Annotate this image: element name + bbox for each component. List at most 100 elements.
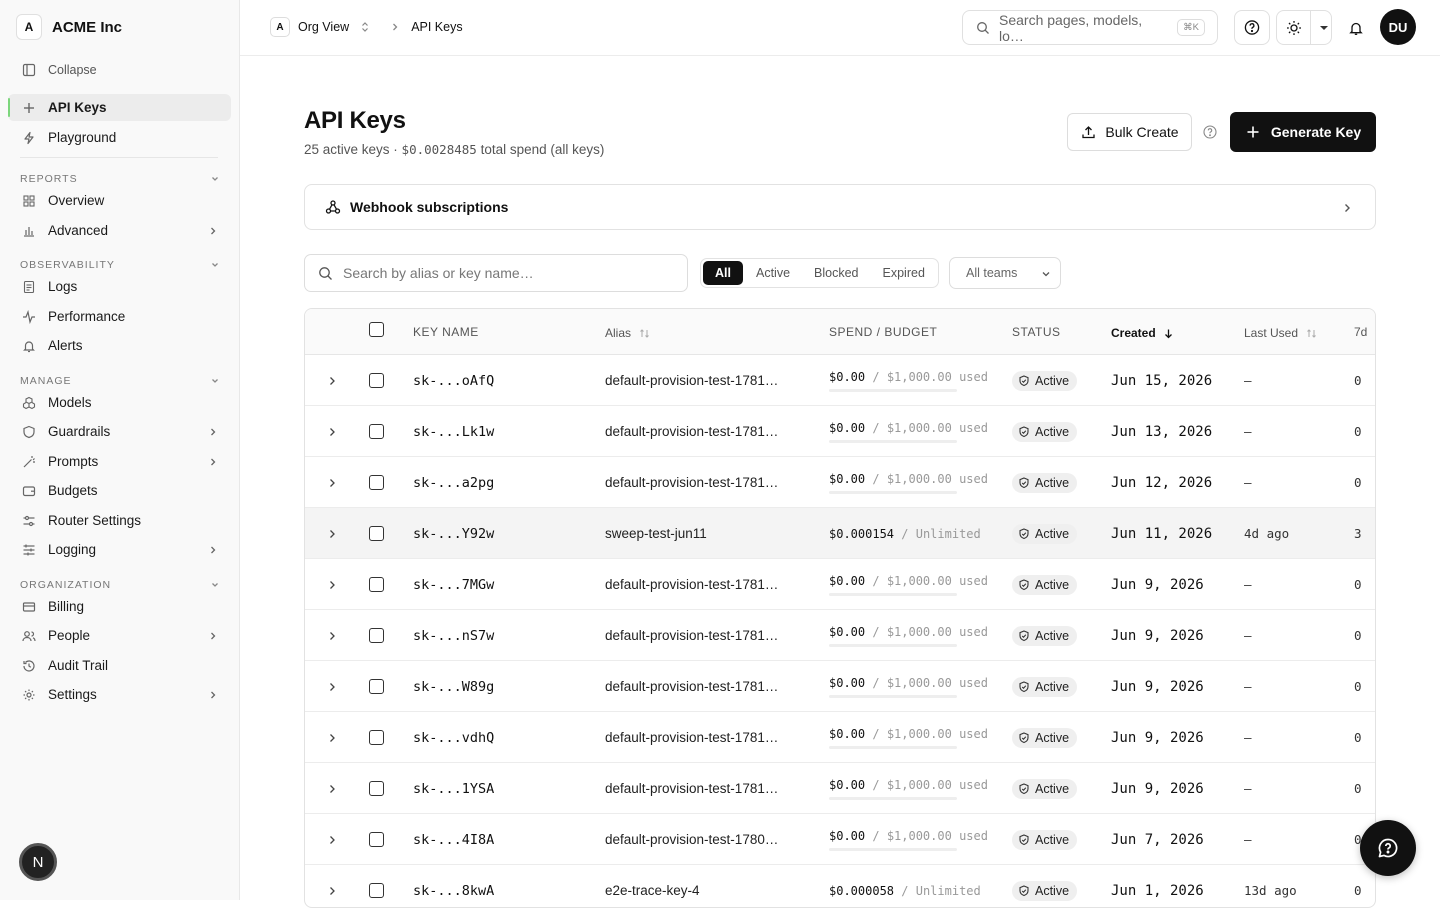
- sidebar-item-overview[interactable]: Overview: [8, 187, 231, 214]
- global-search[interactable]: Search pages, models, lo… ⌘K: [962, 10, 1218, 45]
- sidebar-item-people[interactable]: People: [8, 622, 231, 649]
- generate-key-button[interactable]: Generate Key: [1230, 112, 1376, 152]
- budget-value: $1,000.00: [886, 624, 952, 639]
- table-row[interactable]: sk-...1YSA default-provision-test-1781… …: [305, 763, 1375, 814]
- bulk-create-help[interactable]: [1202, 124, 1218, 140]
- sidebar-item-logs[interactable]: Logs: [8, 273, 231, 300]
- table-row[interactable]: sk-...oAfQ default-provision-test-1781… …: [305, 355, 1375, 406]
- webhook-subscriptions-panel[interactable]: Webhook subscriptions: [304, 184, 1376, 230]
- key-name[interactable]: sk-...4I8A: [413, 814, 494, 865]
- help-circle-icon: [1202, 124, 1218, 140]
- row-checkbox[interactable]: [369, 373, 384, 388]
- filter-expired[interactable]: Expired: [872, 261, 936, 285]
- workspace-switcher[interactable]: A ACME Inc: [16, 14, 122, 40]
- row-checkbox[interactable]: [369, 679, 384, 694]
- sidebar-item-guardrails[interactable]: Guardrails: [8, 418, 231, 445]
- sidebar-item-logging[interactable]: Logging: [8, 536, 231, 563]
- key-name[interactable]: sk-...Y92w: [413, 508, 494, 559]
- key-name[interactable]: sk-...7MGw: [413, 559, 494, 610]
- sidebar-item-settings[interactable]: Settings: [8, 681, 231, 708]
- checkbox[interactable]: [369, 322, 384, 337]
- table-row[interactable]: sk-...8kwA e2e-trace-key-4 $0.000058 / U…: [305, 865, 1375, 907]
- table-row[interactable]: sk-...W89g default-provision-test-1781… …: [305, 661, 1375, 712]
- select-all-checkbox[interactable]: [369, 322, 384, 337]
- table-row[interactable]: sk-...7MGw default-provision-test-1781… …: [305, 559, 1375, 610]
- row-checkbox[interactable]: [369, 832, 384, 847]
- sidebar-item-playground[interactable]: Playground: [8, 124, 231, 151]
- user-menu-avatar[interactable]: N: [19, 843, 57, 881]
- expand-row-button[interactable]: [324, 559, 340, 610]
- header-alias[interactable]: Alias: [605, 325, 652, 341]
- caret-down-icon[interactable]: [1319, 20, 1329, 36]
- expand-row-button[interactable]: [324, 508, 340, 559]
- chevron-down-icon: [207, 257, 223, 273]
- chat-support-button[interactable]: [1360, 820, 1416, 876]
- row-checkbox[interactable]: [369, 730, 384, 745]
- sidebar-item-billing[interactable]: Billing: [8, 593, 231, 620]
- table-row[interactable]: sk-...vdhQ default-provision-test-1781… …: [305, 712, 1375, 763]
- bulk-create-button[interactable]: Bulk Create: [1067, 113, 1192, 151]
- collapse-button[interactable]: Collapse: [8, 56, 231, 83]
- sidebar-item-audit-trail[interactable]: Audit Trail: [8, 652, 231, 679]
- notifications-button[interactable]: [1338, 10, 1374, 45]
- sidebar-item-performance[interactable]: Performance: [8, 303, 231, 330]
- key-name[interactable]: sk-...W89g: [413, 661, 494, 712]
- section-organization-header[interactable]: ORGANIZATION: [20, 577, 223, 593]
- section-observability-header[interactable]: OBSERVABILITY: [20, 257, 223, 273]
- expand-row-button[interactable]: [324, 661, 340, 712]
- expand-row-button[interactable]: [324, 457, 340, 508]
- row-checkbox[interactable]: [369, 883, 384, 898]
- created-date: Jun 11, 2026: [1111, 525, 1213, 542]
- key-name[interactable]: sk-...8kwA: [413, 865, 494, 907]
- key-search-input[interactable]: Search by alias or key name…: [304, 254, 688, 292]
- teams-select[interactable]: All teams: [949, 257, 1061, 289]
- table-row[interactable]: sk-...Y92w sweep-test-jun11 $0.000154 / …: [305, 508, 1375, 559]
- row-checkbox[interactable]: [369, 526, 384, 541]
- user-avatar[interactable]: DU: [1380, 9, 1416, 45]
- expand-row-button[interactable]: [324, 763, 340, 814]
- sidebar-item-router-settings[interactable]: Router Settings: [8, 507, 231, 534]
- filter-active[interactable]: Active: [745, 261, 801, 285]
- key-name[interactable]: sk-...oAfQ: [413, 355, 494, 406]
- table-row[interactable]: sk-...Lk1w default-provision-test-1781… …: [305, 406, 1375, 457]
- row-checkbox[interactable]: [369, 628, 384, 643]
- key-name[interactable]: sk-...nS7w: [413, 610, 494, 661]
- section-manage-header[interactable]: MANAGE: [20, 373, 223, 389]
- spend-value: $0.00: [829, 573, 866, 588]
- sidebar-item-prompts[interactable]: Prompts: [8, 448, 231, 475]
- expand-row-button[interactable]: [324, 814, 340, 865]
- row-checkbox[interactable]: [369, 781, 384, 796]
- sidebar-item-alerts[interactable]: Alerts: [8, 332, 231, 359]
- sidebar-item-advanced[interactable]: Advanced: [8, 217, 231, 244]
- row-checkbox[interactable]: [369, 475, 384, 490]
- header-last-used[interactable]: Last Used: [1244, 325, 1319, 341]
- expand-row-button[interactable]: [324, 865, 340, 907]
- row-checkbox[interactable]: [369, 577, 384, 592]
- expand-row-button[interactable]: [324, 355, 340, 406]
- expand-row-button[interactable]: [324, 610, 340, 661]
- sidebar-item-api-keys[interactable]: API Keys: [8, 94, 231, 121]
- status-text: Active: [1035, 628, 1070, 643]
- filter-all[interactable]: All: [703, 261, 743, 285]
- key-name[interactable]: sk-...Lk1w: [413, 406, 494, 457]
- header-created[interactable]: Created: [1111, 325, 1177, 341]
- table-row[interactable]: sk-...4I8A default-provision-test-1780… …: [305, 814, 1375, 865]
- key-name[interactable]: sk-...1YSA: [413, 763, 494, 814]
- table-row[interactable]: sk-...nS7w default-provision-test-1781… …: [305, 610, 1375, 661]
- table-row[interactable]: sk-...a2pg default-provision-test-1781… …: [305, 457, 1375, 508]
- section-reports-header[interactable]: REPORTS: [20, 171, 223, 187]
- requests-7d: 0: [1354, 679, 1362, 694]
- theme-toggle[interactable]: [1276, 10, 1332, 45]
- help-button[interactable]: [1234, 10, 1270, 45]
- sidebar-item-budgets[interactable]: Budgets: [8, 477, 231, 504]
- filter-blocked[interactable]: Blocked: [803, 261, 869, 285]
- expand-row-button[interactable]: [324, 712, 340, 763]
- row-checkbox[interactable]: [369, 424, 384, 439]
- table-header: KEY NAME Alias SPEND / BUDGET STATUS Cre…: [305, 309, 1375, 355]
- key-name[interactable]: sk-...vdhQ: [413, 712, 494, 763]
- chevrons-up-down-icon[interactable]: [357, 19, 373, 35]
- expand-row-button[interactable]: [324, 406, 340, 457]
- sidebar-item-models[interactable]: Models: [8, 389, 231, 416]
- breadcrumb-org-view[interactable]: Org View: [298, 20, 349, 34]
- key-name[interactable]: sk-...a2pg: [413, 457, 494, 508]
